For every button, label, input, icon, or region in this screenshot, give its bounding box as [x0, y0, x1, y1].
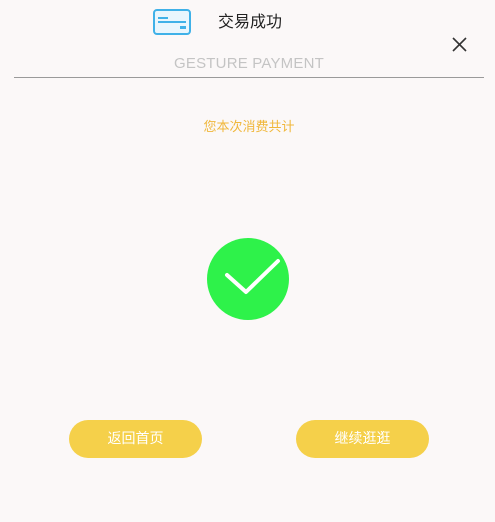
- card-icon: [153, 9, 191, 36]
- page-title: 交易成功: [218, 12, 283, 31]
- payment-summary-text: 您本次消费共计: [203, 120, 295, 135]
- close-button[interactable]: [447, 32, 471, 56]
- success-check-icon: [207, 238, 289, 320]
- header-divider: [14, 77, 484, 78]
- close-icon: [452, 37, 467, 52]
- return-home-button[interactable]: 返回首页: [69, 420, 202, 458]
- continue-shopping-button[interactable]: 继续逛逛: [296, 420, 429, 458]
- page-subtitle: GESTURE PAYMENT: [174, 55, 324, 72]
